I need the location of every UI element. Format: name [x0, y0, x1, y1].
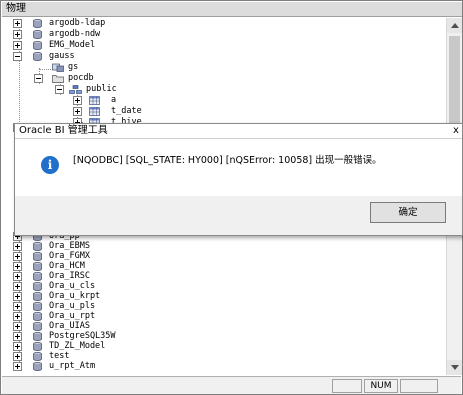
- expand-icon[interactable]: [73, 96, 82, 105]
- database-icon: [33, 332, 42, 341]
- expand-icon[interactable]: [13, 322, 22, 331]
- dialog-message: [NQODBC] [SQL_STATE: HY000] [nQSError: 1…: [73, 155, 382, 166]
- expand-icon[interactable]: [13, 342, 22, 351]
- database-icon: [33, 52, 42, 61]
- collapse-icon[interactable]: [34, 74, 43, 83]
- tree-node-argodb-ndw[interactable]: argodb-ndw: [1, 29, 201, 40]
- expand-icon[interactable]: [13, 30, 22, 39]
- database-icon: [33, 312, 42, 321]
- tree-node-label: u_rpt_Atm: [49, 361, 96, 371]
- tree-node-table-a[interactable]: a: [1, 95, 201, 106]
- tree-node-u-rpt-atm[interactable]: u_rpt_Atm: [1, 361, 201, 372]
- tree-node-gs[interactable]: gs: [1, 62, 201, 73]
- tree-node-label: t_date: [111, 106, 142, 116]
- expand-icon[interactable]: [13, 282, 22, 291]
- expand-icon[interactable]: [13, 262, 22, 271]
- database-icon: [33, 362, 42, 371]
- tree-node-label: gs: [68, 62, 79, 72]
- table-icon: [89, 96, 100, 105]
- database-icon: [33, 322, 42, 331]
- expand-icon[interactable]: [13, 362, 22, 371]
- tree-node-table-t-date[interactable]: t_date: [1, 106, 201, 117]
- scroll-down-button[interactable]: [447, 360, 462, 375]
- dialog-titlebar[interactable]: Oracle BI 管理工具 x: [15, 124, 462, 139]
- database-icon: [33, 292, 42, 301]
- status-pane: [400, 379, 438, 393]
- connection-pool-icon: [52, 63, 64, 72]
- expand-icon[interactable]: [13, 332, 22, 341]
- arrow-down-icon: [451, 365, 459, 370]
- status-pane: [332, 379, 362, 393]
- collapse-icon[interactable]: [13, 52, 22, 61]
- arrow-up-icon: [451, 23, 459, 28]
- database-icon: [33, 41, 42, 50]
- expand-icon[interactable]: [13, 272, 22, 281]
- database-icon: [33, 282, 42, 291]
- tree-node-label: pocdb: [68, 73, 94, 83]
- panel-title: 物理: [2, 2, 462, 17]
- database-icon: [33, 252, 42, 261]
- schema-icon: [69, 85, 82, 94]
- tree-node-label: a: [111, 95, 117, 105]
- expand-icon[interactable]: [13, 292, 22, 301]
- info-icon: i: [41, 156, 59, 174]
- database-icon: [33, 262, 42, 271]
- expand-icon[interactable]: [13, 19, 22, 28]
- database-icon: [33, 272, 42, 281]
- dialog-title: Oracle BI 管理工具: [19, 125, 108, 136]
- tree-node-label: EMG_Model: [49, 40, 96, 50]
- status-bar: NUM: [2, 376, 461, 394]
- expand-icon[interactable]: [73, 107, 82, 116]
- expand-icon[interactable]: [13, 242, 22, 251]
- tree-node-label: argodb-ldap: [49, 18, 106, 28]
- status-num: NUM: [364, 379, 398, 393]
- tree-node-emg-model[interactable]: EMG_Model: [1, 40, 201, 51]
- database-icon: [33, 30, 42, 39]
- scroll-up-button[interactable]: [447, 18, 462, 33]
- collapse-icon[interactable]: [55, 85, 64, 94]
- expand-icon[interactable]: [13, 252, 22, 261]
- database-icon: [33, 19, 42, 28]
- expand-icon[interactable]: [13, 41, 22, 50]
- tree-node-gauss[interactable]: gauss: [1, 51, 201, 62]
- database-icon: [33, 242, 42, 251]
- close-icon[interactable]: x: [450, 124, 462, 138]
- expand-icon[interactable]: [13, 302, 22, 311]
- tree-node-argodb-ldap[interactable]: argodb-ldap: [1, 18, 201, 29]
- dialog-body: i [NQODBC] [SQL_STATE: HY000] [nQSError:…: [15, 139, 462, 196]
- tree-node-label: gauss: [49, 51, 75, 61]
- table-icon: [89, 107, 100, 116]
- ok-button[interactable]: 确定: [370, 202, 446, 223]
- database-icon: [33, 352, 42, 361]
- error-dialog: Oracle BI 管理工具 x i [NQODBC] [SQL_STATE: …: [14, 123, 463, 236]
- database-icon: [33, 302, 42, 311]
- tree-node-public[interactable]: public: [1, 84, 201, 95]
- expand-icon[interactable]: [13, 352, 22, 361]
- expand-icon[interactable]: [13, 312, 22, 321]
- tree-node-label: argodb-ndw: [49, 29, 101, 39]
- catalog-icon: [52, 75, 64, 83]
- database-icon: [33, 342, 42, 351]
- tree-node-pocdb[interactable]: pocdb: [1, 73, 201, 84]
- tree-node-label: public: [86, 84, 117, 94]
